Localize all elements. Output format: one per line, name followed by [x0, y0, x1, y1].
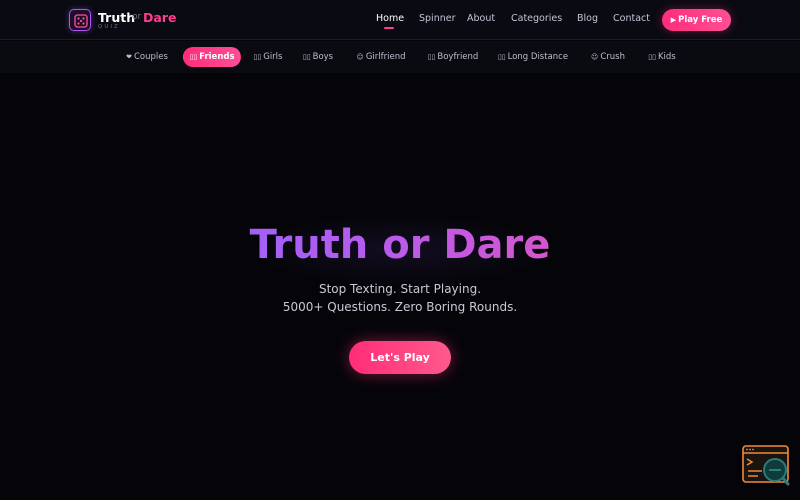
play-icon: ▶: [670, 16, 677, 24]
category-boys[interactable]: ▯▯ Boys: [296, 47, 340, 67]
category-label: Long Distance: [507, 52, 569, 62]
heart-icon: ❤: [126, 53, 132, 61]
category-label: Friends: [199, 52, 235, 62]
hero-subtitle-line1: Stop Texting. Start Playing.: [318, 282, 482, 296]
nav-about[interactable]: About: [467, 13, 495, 24]
category-bar: ❤ Couples ▯▯ Friends ▯▯ Girls ▯▯ Boys ☺ Girlf…: [0, 41, 800, 73]
category-long-distance[interactable]: ▯▯ Long Distance: [492, 47, 574, 67]
hero-subtitle-line2: 5000+ Questions. Zero Boring Rounds.: [282, 300, 518, 314]
floating-widget[interactable]: [742, 445, 790, 487]
nav-spinner[interactable]: Spinner: [419, 13, 456, 24]
category-kids[interactable]: ▯▯ Kids: [642, 47, 682, 67]
category-label: Crush: [600, 52, 625, 62]
category-friends[interactable]: ▯▯ Friends: [183, 47, 241, 67]
dice-icon: [69, 9, 91, 31]
nav-contact[interactable]: Contact: [613, 13, 650, 24]
blush-icon: ☺: [591, 53, 599, 61]
kids-icon: ▯▯: [648, 53, 656, 61]
long-distance-icon: ▯▯: [497, 53, 506, 61]
category-boyfriend[interactable]: ▯▯ Boyfriend: [421, 47, 485, 67]
nav-blog[interactable]: Blog: [577, 13, 598, 24]
category-crush[interactable]: ☺ Crush: [582, 47, 634, 67]
site-header: Truth or Dare QUIZ Home Spinner About Ca…: [0, 0, 800, 40]
friends-icon: ▯▯: [189, 53, 198, 61]
hero-title: Truth or Dare: [0, 222, 800, 268]
nav-categories[interactable]: Categories: [511, 13, 562, 24]
boys-icon: ▯▯: [302, 53, 311, 61]
nav-active-indicator: [384, 27, 394, 29]
logo-or: or: [132, 12, 142, 22]
category-girls[interactable]: ▯▯ Girls: [247, 47, 289, 67]
logo-wordmark: Truth or Dare QUIZ: [98, 10, 208, 32]
category-couples[interactable]: ❤ Couples: [116, 47, 178, 67]
nav-home[interactable]: Home: [376, 13, 404, 24]
category-label: Girls: [263, 52, 283, 62]
girls-icon: ▯▯: [253, 53, 262, 61]
category-label: Boys: [312, 52, 334, 62]
logo-truth: Truth: [98, 10, 136, 25]
logo-subtitle: QUIZ: [98, 24, 120, 30]
category-label: Girlfriend: [365, 52, 406, 62]
play-free-label: Play Free: [678, 15, 723, 25]
lets-play-button[interactable]: Let's Play: [349, 341, 451, 374]
boyfriend-icon: ▯▯: [427, 53, 436, 61]
category-girlfriend[interactable]: ☺ Girlfriend: [349, 47, 413, 67]
logo-dare: Dare: [143, 10, 177, 25]
code-search-icon: [742, 445, 790, 486]
category-label: Boyfriend: [437, 52, 479, 62]
play-free-button[interactable]: ▶ Play Free: [662, 9, 731, 31]
smile-icon: ☺: [356, 53, 364, 61]
category-label: Couples: [133, 52, 168, 62]
category-label: Kids: [657, 52, 676, 62]
